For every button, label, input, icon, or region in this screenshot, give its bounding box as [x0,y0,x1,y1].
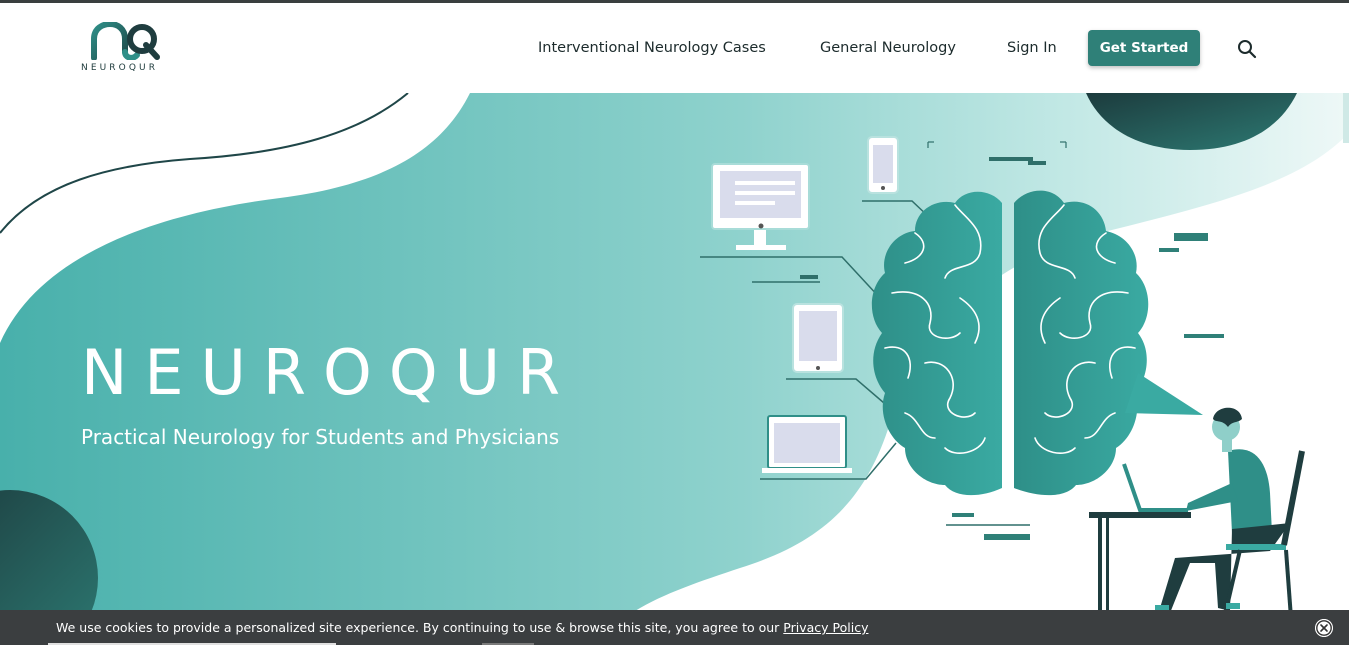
nav-item-general-neurology[interactable]: General Neurology [820,40,956,56]
logo[interactable]: NEUROQUR [81,22,173,76]
logo-wordmark: NEUROQUR [81,63,159,73]
tablet-icon [792,303,844,373]
hero-title: NEUROQUR [81,336,578,409]
laptop-icon [762,415,852,473]
site-header: NEUROQUR Interventional Neurology Cases … [0,3,1349,93]
cookie-text: We use cookies to provide a personalized… [56,620,868,635]
brain-illustration [871,190,1203,496]
cookie-message: We use cookies to provide a personalized… [56,620,784,635]
privacy-policy-link[interactable]: Privacy Policy [783,620,868,635]
logo-mark-icon [91,22,160,60]
nav-item-sign-in[interactable]: Sign In [1007,40,1057,56]
phone-icon [867,136,899,194]
close-icon[interactable] [1315,619,1333,637]
nav-item-interventional-neurology-cases[interactable]: Interventional Neurology Cases [538,40,766,56]
hero-section: NEUROQUR Practical Neurology for Student… [0,93,1349,645]
cookie-banner: We use cookies to provide a personalized… [0,610,1349,645]
search-icon[interactable] [1237,39,1257,59]
hero-subtitle: Practical Neurology for Students and Phy… [81,425,560,449]
get-started-button[interactable]: Get Started [1088,30,1200,66]
